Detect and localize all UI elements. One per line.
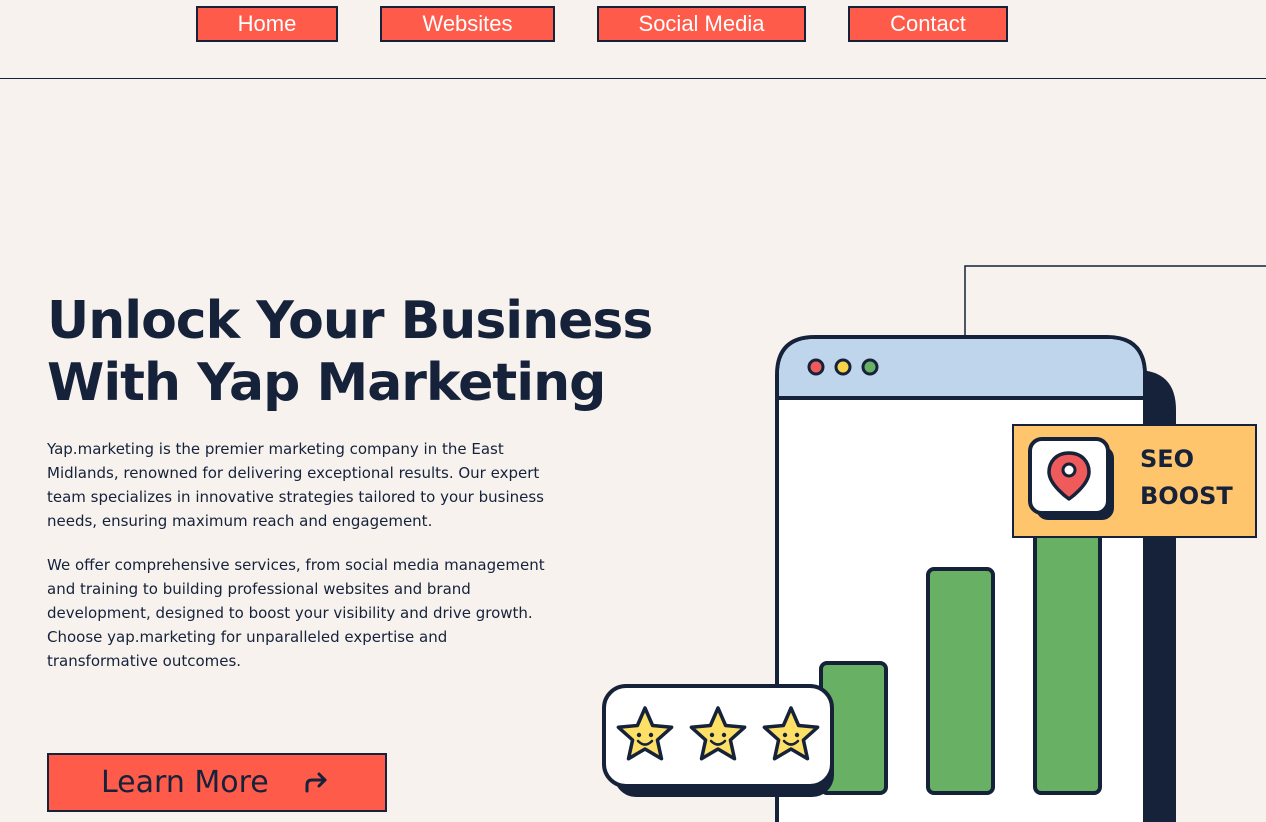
- nav-contact-button[interactable]: Contact: [848, 6, 1008, 42]
- hero-title-line-2: With Yap Marketing: [47, 353, 606, 413]
- redo-arrow-icon: [303, 771, 331, 795]
- hero-paragraph-2: We offer comprehensive services, from so…: [47, 556, 545, 670]
- learn-more-label: Learn More: [101, 765, 269, 800]
- badge-text-seo: SEO: [1140, 445, 1194, 473]
- window-dot-yellow: [834, 358, 852, 376]
- window-dot-red: [807, 358, 825, 376]
- learn-more-button[interactable]: Learn More: [47, 753, 387, 812]
- bar-3: [1033, 513, 1102, 795]
- rating-card: [602, 684, 834, 797]
- nav-websites-button[interactable]: Websites: [380, 6, 555, 42]
- top-nav: Home Websites Social Media Contact: [0, 0, 1266, 79]
- hero-title-line-1: Unlock Your Business: [47, 291, 653, 351]
- decor-frame-line: [964, 265, 1266, 335]
- nav-social-media-button[interactable]: Social Media: [597, 6, 806, 42]
- nav-home-button[interactable]: Home: [196, 6, 338, 42]
- badge-text-boost: BOOST: [1140, 482, 1233, 510]
- browser-header: [779, 339, 1143, 397]
- bar-2: [926, 567, 995, 795]
- seo-illustration: SEO BOOST: [602, 265, 1266, 822]
- seo-boost-badge: SEO BOOST: [1012, 424, 1257, 538]
- window-dot-green: [861, 358, 879, 376]
- hero-paragraph-1: Yap.marketing is the premier marketing c…: [47, 440, 544, 530]
